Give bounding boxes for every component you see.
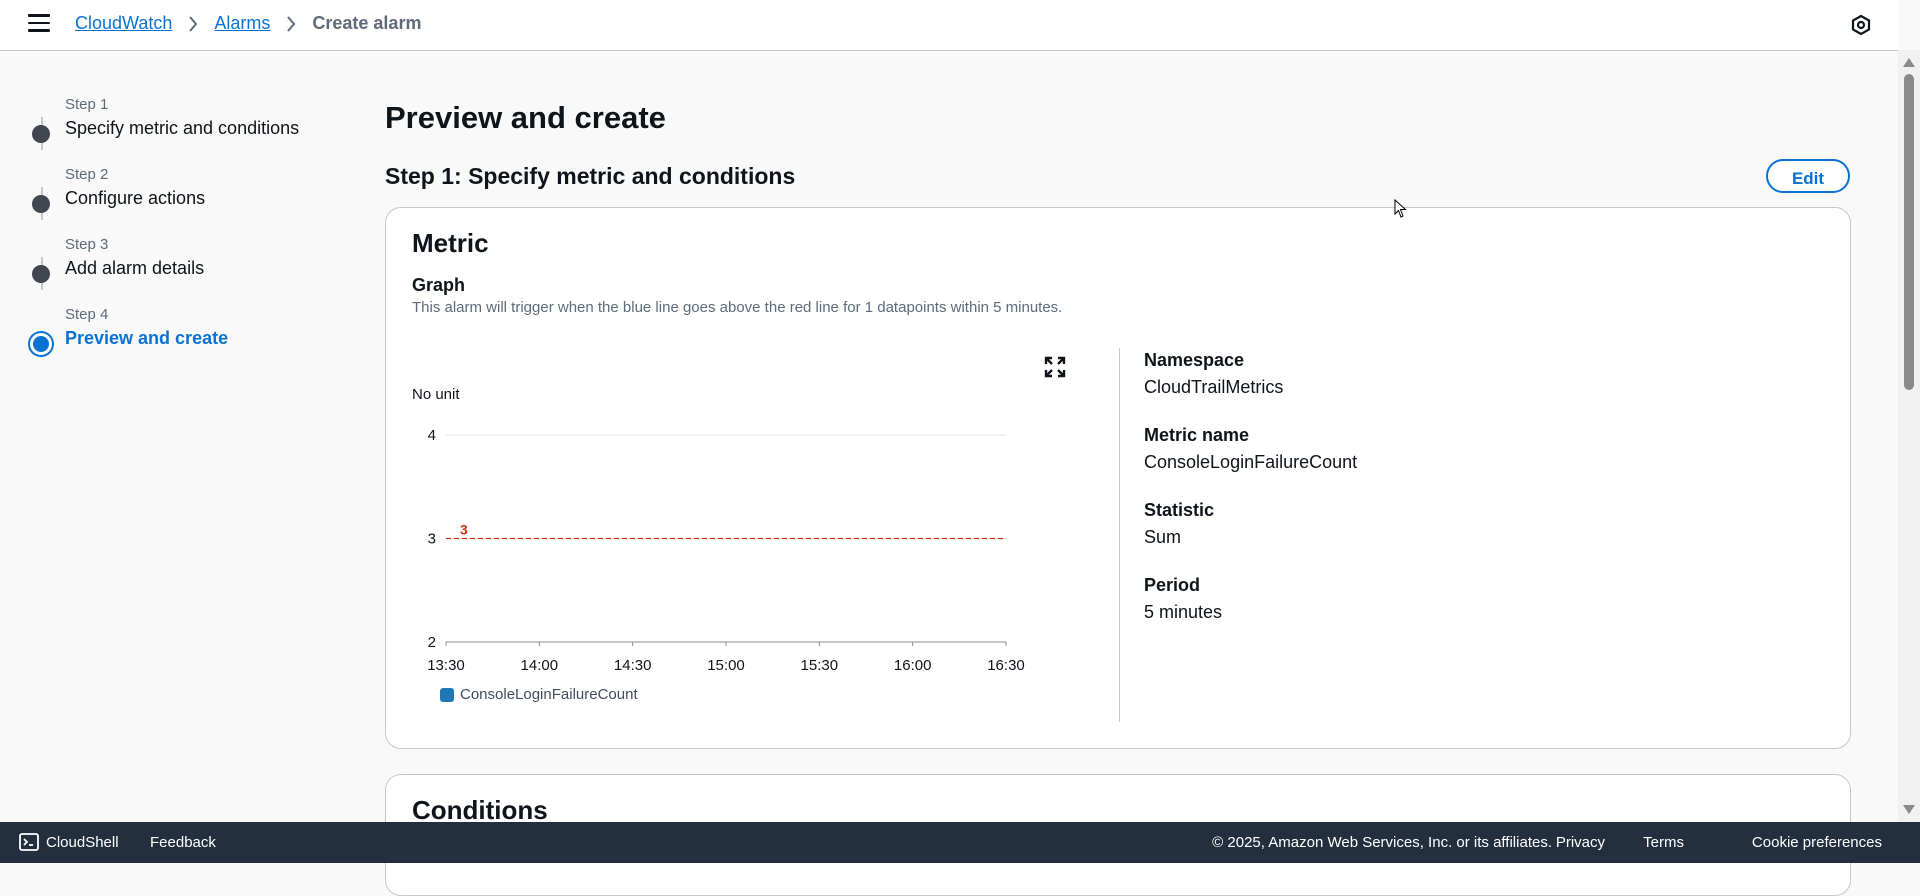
x-tick-label: 14:00 — [521, 657, 559, 674]
legend-label[interactable]: ConsoleLoginFailureCount — [460, 686, 638, 703]
expand-icon[interactable] — [1044, 356, 1066, 378]
breadcrumb: CloudWatch Alarms Create alarm — [75, 13, 421, 34]
cookie-preferences-link[interactable]: Cookie preferences — [1752, 834, 1882, 851]
detail-key: Namespace — [1144, 350, 1245, 370]
step-number: Step 4 — [65, 306, 109, 323]
detail-key: Period — [1144, 575, 1201, 595]
x-tick-label: 15:00 — [707, 657, 745, 674]
privacy-link[interactable]: Privacy — [1556, 834, 1605, 851]
mouse-pointer-icon — [1394, 198, 1408, 219]
x-tick-label: 16:00 — [894, 657, 932, 674]
card-title: Metric — [412, 228, 489, 258]
step-4: Step 4 Preview and create — [0, 298, 320, 358]
x-tick-label: 16:30 — [987, 657, 1025, 674]
step-title[interactable]: Add alarm details — [65, 258, 204, 279]
terms-link[interactable]: Terms — [1643, 834, 1684, 851]
detail-key: Metric name — [1144, 425, 1250, 445]
detail-value: ConsoleLoginFailureCount — [1144, 452, 1358, 472]
x-tick-label: 14:30 — [614, 657, 652, 674]
metric-chart: 4 3 2 13:30 14:00 14:30 15:00 15:30 16:00 16:30 3 — [427, 427, 1025, 674]
detail-key: Statistic — [1144, 500, 1215, 520]
chevron-right-icon — [188, 15, 198, 32]
edit-button[interactable]: Edit — [1766, 159, 1850, 193]
graph-description: This alarm will trigger when the blue li… — [412, 299, 1063, 316]
step-title[interactable]: Specify metric and conditions — [65, 118, 299, 139]
step-number: Step 1 — [65, 96, 109, 113]
breadcrumb-cloudwatch[interactable]: CloudWatch — [75, 13, 172, 34]
detail-statistic: Statistic Sum — [1144, 500, 1214, 548]
divider — [1119, 348, 1120, 722]
step-title[interactable]: Configure actions — [65, 188, 205, 209]
step-active-icon — [30, 333, 52, 355]
vertical-scrollbar[interactable] — [1898, 50, 1920, 822]
y-tick-label: 4 — [428, 427, 436, 444]
detail-namespace: Namespace CloudTrailMetrics — [1144, 350, 1283, 398]
threshold-label: 3 — [460, 522, 468, 538]
page-title: Preview and create — [385, 100, 666, 135]
hamburger-icon[interactable] — [28, 14, 50, 34]
scroll-up-arrow-icon[interactable] — [1903, 58, 1915, 67]
breadcrumb-current: Create alarm — [312, 13, 422, 33]
metric-card: Metric Graph This alarm will trigger whe… — [385, 207, 1851, 749]
legend-swatch — [440, 687, 454, 702]
detail-period: Period 5 minutes — [1144, 575, 1222, 623]
detail-value: CloudTrailMetrics — [1144, 377, 1284, 397]
detail-value: Sum — [1144, 527, 1182, 547]
cloudshell-button[interactable]: CloudShell — [46, 834, 119, 851]
settings-icon[interactable] — [1850, 14, 1872, 36]
breadcrumb-alarms[interactable]: Alarms — [214, 13, 270, 34]
top-navigation: CloudWatch Alarms Create alarm — [0, 0, 1898, 51]
chart-legend: ConsoleLoginFailureCount — [440, 686, 638, 703]
copyright-text: © 2025, Amazon Web Services, Inc. or its… — [1212, 834, 1552, 851]
y-axis-unit-label: No unit — [412, 386, 460, 403]
x-tick-label: 13:30 — [427, 657, 465, 674]
detail-metric-name: Metric name ConsoleLoginFailureCount — [1144, 425, 1357, 473]
scroll-down-arrow-icon[interactable] — [1903, 805, 1915, 814]
section-title: Step 1: Specify metric and conditions — [385, 163, 796, 189]
step-1: Step 1 Specify metric and conditions — [0, 88, 320, 148]
scrollbar-thumb[interactable] — [1904, 74, 1914, 390]
terminal-icon[interactable] — [19, 833, 39, 851]
step-complete-icon — [32, 195, 50, 213]
console-footer: CloudShell Feedback © 2025, Amazon Web S… — [0, 822, 1920, 863]
step-2: Step 2 Configure actions — [0, 158, 320, 218]
y-tick-label: 2 — [428, 634, 436, 651]
x-tick-label: 15:30 — [801, 657, 839, 674]
y-tick-label: 3 — [428, 531, 436, 548]
step-title: Preview and create — [65, 328, 229, 348]
step-number: Step 3 — [65, 236, 109, 253]
chevron-right-icon — [286, 15, 296, 32]
step-complete-icon — [32, 125, 50, 143]
feedback-link[interactable]: Feedback — [150, 834, 216, 851]
step-number: Step 2 — [65, 166, 109, 183]
step-3: Step 3 Add alarm details — [0, 228, 320, 288]
graph-label: Graph — [412, 275, 466, 295]
step-complete-icon — [32, 265, 50, 283]
detail-value: 5 minutes — [1144, 602, 1223, 622]
